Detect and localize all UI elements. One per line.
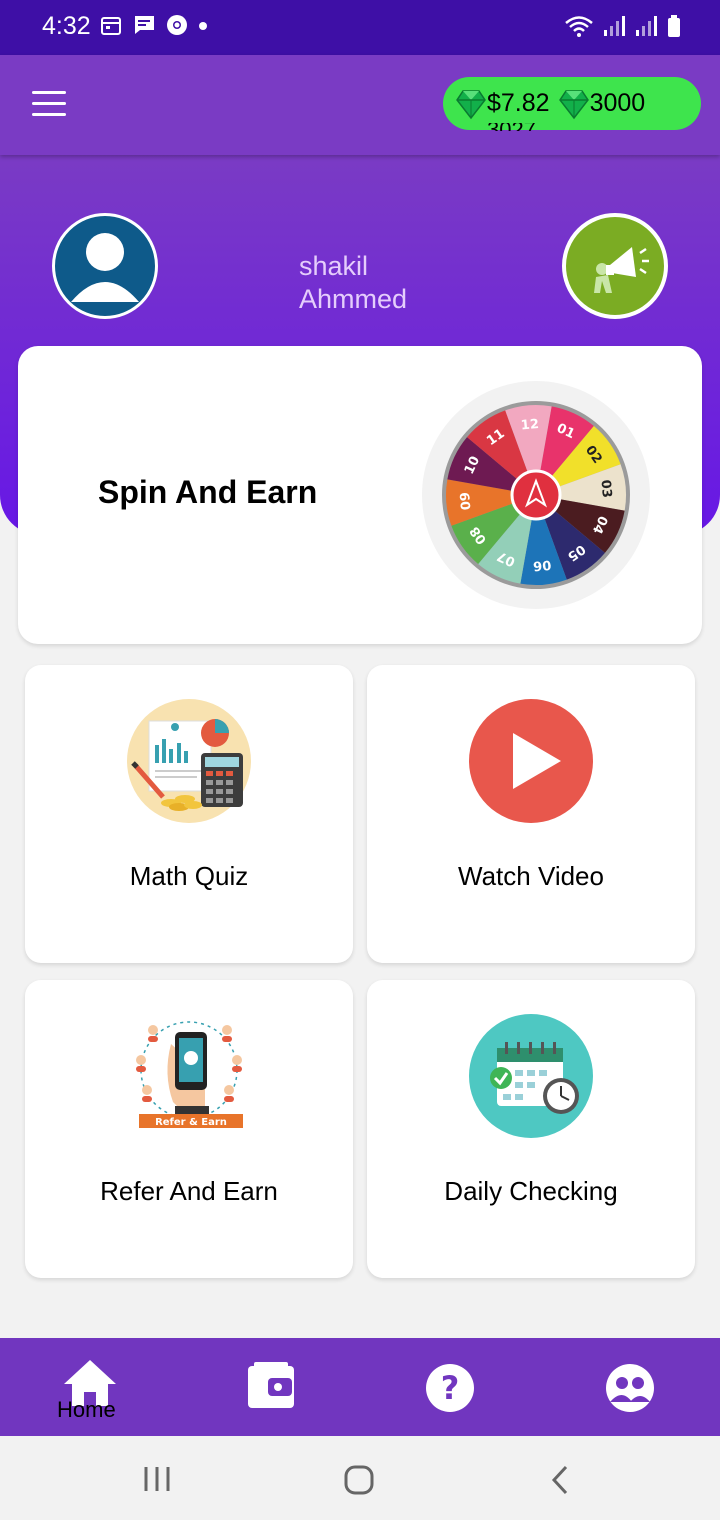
diamond-icon [456, 89, 486, 119]
wallet-icon [248, 1362, 294, 1408]
status-left-icons [100, 14, 208, 36]
daily-checking-label: Daily Checking [444, 1176, 618, 1206]
signal-icon [604, 16, 625, 36]
points-item: 3000 [558, 88, 646, 120]
balance-item: $7.82 [455, 88, 550, 120]
status-right-icons [564, 14, 682, 38]
username: shakil Ahmmed [299, 251, 408, 314]
dot-icon [199, 22, 207, 30]
chrome-icon [167, 15, 187, 35]
play-icon [469, 699, 593, 823]
diamond-icon [558, 89, 589, 119]
calendar-check-icon [469, 1014, 593, 1138]
signal-icon [636, 16, 657, 36]
recent-apps-icon[interactable] [142, 1464, 172, 1494]
help-icon: ? [426, 1364, 474, 1412]
daily-checking-tile[interactable]: Daily Checking [367, 980, 695, 1278]
user-icon [71, 233, 139, 302]
status-time: 4:32 [42, 12, 91, 40]
wheel-number: 09 [458, 491, 475, 510]
battery-icon [668, 15, 680, 37]
math-quiz-icon [127, 699, 251, 823]
points-amount: 3000 [589, 89, 646, 117]
nav-account[interactable] [600, 1358, 660, 1418]
refer-and-earn-tile[interactable]: Refer & Earn Refer And Earn [25, 980, 353, 1278]
spin-wheel-icon: 010203040506070809101112 [422, 381, 650, 609]
watch-video-label: Watch Video [458, 861, 604, 891]
math-quiz-label: Math Quiz [129, 861, 249, 891]
refer-and-earn-label: Refer And Earn [100, 1176, 278, 1206]
avatar[interactable] [52, 213, 158, 319]
megaphone-icon [594, 247, 649, 293]
back-icon[interactable] [548, 1464, 572, 1496]
watch-video-tile[interactable]: Watch Video [367, 665, 695, 963]
spin-wheel: 01 02 03 04 05 06 07 08 09 10 11 12 [422, 381, 650, 609]
account-icon [606, 1364, 654, 1412]
wheel-number: 06 [532, 556, 551, 573]
spin-title: Spin And Earn [98, 474, 318, 510]
app-bar: $7.82 3000 3027 [0, 55, 720, 155]
nav-home-label: Home [57, 1397, 116, 1422]
wheel-number: 03 [597, 479, 614, 498]
balance-pill[interactable]: $7.82 3000 [443, 77, 701, 130]
hamburger-menu-icon[interactable] [32, 91, 66, 117]
spin-and-earn-card[interactable]: Spin And Earn 01 02 03 04 05 06 07 08 09 10 11 12 [18, 346, 702, 644]
balance-amount: $7.82 [487, 89, 550, 117]
math-quiz-tile[interactable]: Math Quiz [25, 665, 353, 963]
status-bar: 4:32 [0, 0, 720, 55]
system-nav [0, 1436, 720, 1520]
svg-text:?: ? [441, 1369, 460, 1407]
points-overflow-text: 3027 [487, 123, 536, 131]
nav-help[interactable]: ? [420, 1358, 480, 1418]
refer-earn-badge-text: Refer & Earn [155, 1117, 227, 1128]
promo-button[interactable] [562, 213, 668, 319]
wheel-number: 12 [520, 417, 539, 434]
wifi-icon [565, 16, 593, 37]
calendar-icon [101, 17, 121, 35]
nav-wallet[interactable] [240, 1358, 300, 1418]
home-button-icon[interactable] [343, 1464, 375, 1496]
message-icon [134, 16, 154, 34]
refer-earn-icon: Refer & Earn [136, 1021, 243, 1128]
